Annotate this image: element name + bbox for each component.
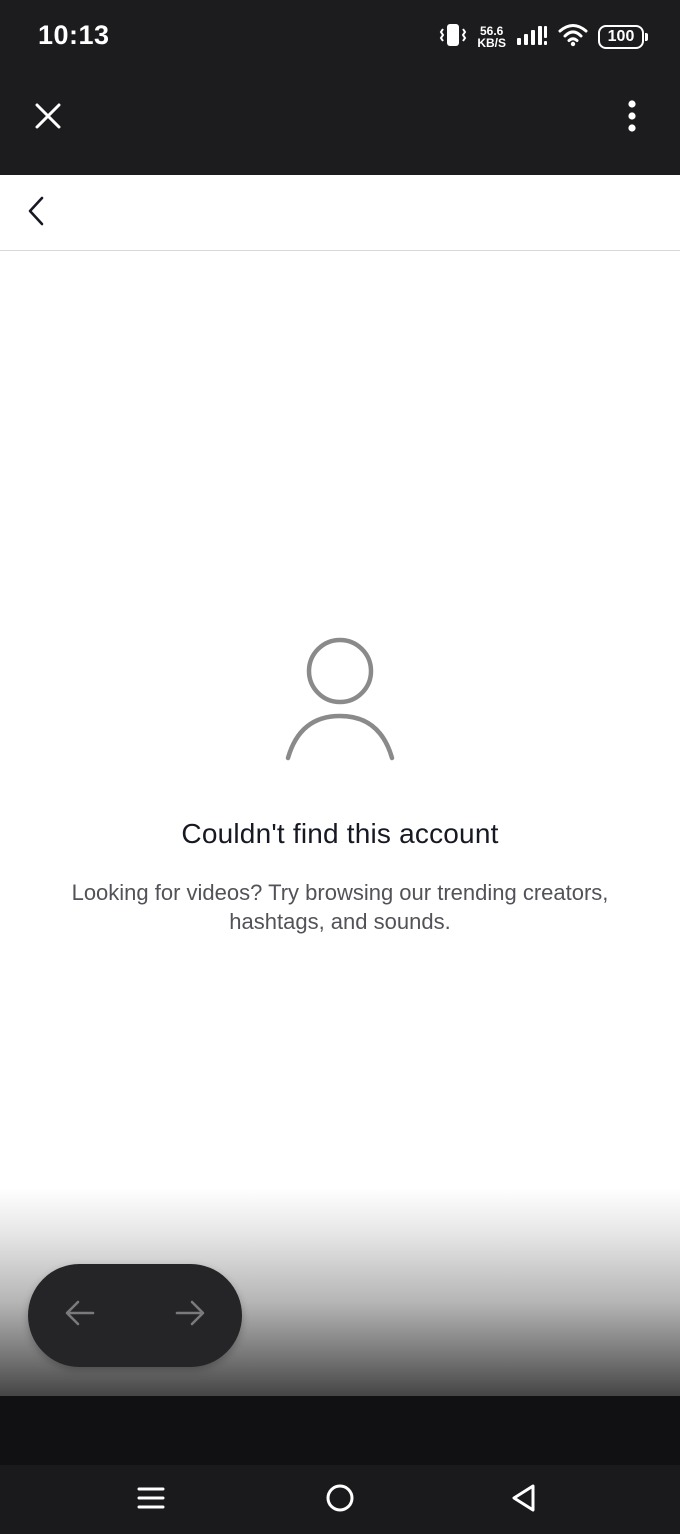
more-options-button[interactable]	[612, 98, 652, 138]
back-icon	[510, 1483, 538, 1518]
empty-state: Couldn't find this account Looking for v…	[0, 630, 680, 936]
system-back-button[interactable]	[504, 1480, 544, 1520]
arrow-right-icon	[174, 1299, 206, 1332]
menu-icon	[137, 1484, 165, 1517]
recent-apps-button[interactable]	[131, 1480, 171, 1520]
empty-state-description: Looking for videos? Try browsing our tre…	[71, 880, 609, 934]
status-bar: 10:13 56.6 KB/S 100	[0, 0, 680, 80]
page-back-button[interactable]	[60, 1295, 100, 1335]
home-button[interactable]	[320, 1480, 360, 1520]
page-header	[0, 175, 680, 251]
arrow-left-icon	[64, 1299, 96, 1332]
signal-icon	[516, 24, 548, 51]
back-button[interactable]	[16, 193, 56, 233]
chevron-left-icon	[26, 195, 46, 232]
battery-level: 100	[607, 28, 635, 45]
system-nav-bar	[0, 1465, 680, 1534]
wifi-icon	[558, 23, 588, 52]
page-forward-button[interactable]	[170, 1295, 210, 1335]
status-icons: 56.6 KB/S 100	[439, 22, 648, 53]
person-icon	[285, 637, 395, 761]
network-speed-unit: KB/S	[477, 36, 506, 50]
close-icon	[34, 102, 62, 135]
browser-toolbar	[0, 80, 680, 175]
vibrate-icon	[439, 22, 467, 53]
floating-nav-pill	[28, 1264, 242, 1367]
more-vertical-icon	[627, 99, 637, 137]
network-speed: 56.6 KB/S	[477, 25, 506, 49]
home-icon	[325, 1483, 355, 1518]
status-time: 10:13	[38, 20, 110, 50]
close-button[interactable]	[28, 98, 68, 138]
battery-icon: 100	[598, 25, 648, 49]
empty-state-title: Couldn't find this account	[181, 818, 499, 849]
bottom-spacer	[0, 1396, 680, 1465]
